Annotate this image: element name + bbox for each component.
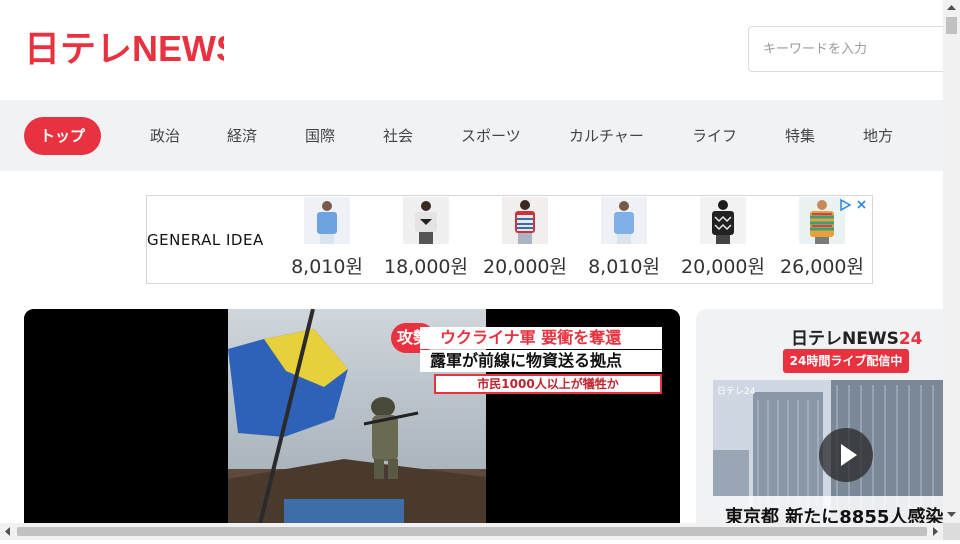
product-image: [700, 197, 746, 244]
nav-item-society[interactable]: 社会: [383, 117, 413, 155]
svg-text:日テレ24: 日テレ24: [717, 386, 756, 397]
product-image: [502, 197, 548, 244]
scrollbar-corner: [943, 523, 960, 540]
nav-item-economy[interactable]: 経済: [227, 117, 257, 155]
product-price: 20,000원: [483, 256, 567, 278]
product-image: [304, 197, 350, 244]
category-nav: トップ 政治 経済 国際 社会 スポーツ カルチャー ライフ 特集 地方: [0, 100, 943, 171]
product-price: 8,010원: [291, 256, 363, 278]
search-input[interactable]: [749, 27, 943, 71]
news24-logo: 日テレNEWS24: [791, 329, 923, 349]
search-box[interactable]: [748, 26, 958, 72]
ad-product[interactable]: 18,000원: [381, 196, 471, 285]
live-video-thumbnail[interactable]: 日テレ24 東京都 新たに8855人感染確: [713, 380, 943, 540]
nav-item-life[interactable]: ライフ: [692, 117, 737, 155]
site-header: 日テレNEWS: [0, 0, 958, 100]
main-news-video[interactable]: 攻勢 ウクライナ軍 要衝を奪還 露軍が前線に物資送る拠点 市民1000人以上が犠…: [24, 309, 680, 540]
horizontal-scrollbar[interactable]: [0, 523, 943, 540]
ad-product[interactable]: 20,000원: [480, 196, 570, 285]
nav-item-international[interactable]: 国際: [305, 117, 335, 155]
ad-product[interactable]: 20,000원: [678, 196, 768, 285]
nav-item-top[interactable]: トップ: [24, 117, 101, 155]
product-price: 20,000원: [681, 256, 765, 278]
logo-text: 日テレNEWS: [24, 28, 224, 68]
product-image: [601, 197, 647, 244]
adchoices-icon[interactable]: [839, 198, 869, 215]
live-badge: 24時間ライブ配信中: [783, 349, 909, 373]
headline-line1: ウクライナ軍 要衝を奪還: [420, 327, 662, 349]
live-stream-panel[interactable]: 日テレNEWS24 24時間ライブ配信中 日テレ24 東京都 新たに8855人感…: [696, 309, 943, 540]
headline-subline: 市民1000人以上が犠牲か: [434, 374, 662, 394]
ad-brand: GENERAL IDEA: [147, 231, 264, 249]
site-logo[interactable]: 日テレNEWS: [24, 28, 224, 68]
product-image: [403, 197, 449, 244]
play-icon: [841, 444, 857, 466]
nav-item-regional[interactable]: 地方: [863, 117, 893, 155]
nav-item-politics[interactable]: 政治: [150, 117, 180, 155]
product-price: 26,000원: [780, 256, 864, 278]
ad-banner[interactable]: GENERAL IDEA 8,010원 18,000원 20,000원 8,01…: [146, 195, 873, 284]
nav-item-sports[interactable]: スポーツ: [461, 117, 521, 155]
product-price: 18,000원: [384, 256, 468, 278]
ad-product[interactable]: 8,010원: [282, 196, 372, 285]
vertical-scrollbar[interactable]: [943, 0, 960, 523]
nav-item-culture[interactable]: カルチャー: [569, 117, 644, 155]
product-price: 8,010원: [588, 256, 660, 278]
ad-product[interactable]: 8,010원: [579, 196, 669, 285]
play-button[interactable]: [819, 428, 873, 482]
headline-line2: 露軍が前線に物資送る拠点: [420, 350, 662, 372]
nav-item-features[interactable]: 特集: [785, 117, 815, 155]
